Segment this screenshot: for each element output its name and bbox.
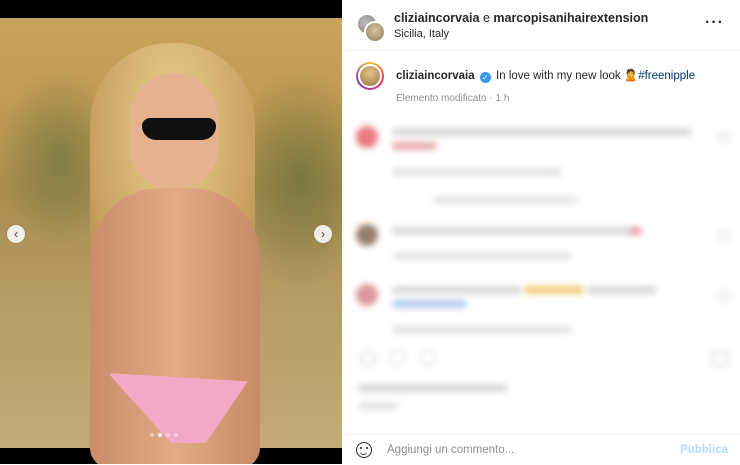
avatar [356, 126, 378, 148]
heart-icon [718, 230, 729, 241]
blurred-text [358, 384, 508, 392]
avatar [356, 284, 378, 306]
username-link[interactable]: cliziaincorvaia [394, 11, 479, 25]
more-options-button[interactable]: ··· [705, 14, 724, 32]
location-link[interactable]: Sicilia, Italy [394, 28, 449, 40]
blurred-text [432, 196, 577, 204]
carousel-dot [174, 433, 178, 437]
heart-icon [718, 132, 729, 143]
carousel-prev-button[interactable]: ‹ [7, 225, 25, 243]
bookmark-icon [712, 350, 728, 366]
collab-usernames: cliziaincorvaia e marcopisanihairextensi… [394, 11, 648, 25]
blurred-text [524, 286, 584, 294]
caption-username[interactable]: cliziaincorvaia [396, 70, 475, 82]
post-side-panel: cliziaincorvaia e marcopisanihairextensi… [342, 0, 740, 464]
avatar [356, 224, 378, 246]
carousel-next-button[interactable]: › [314, 225, 332, 243]
caption-text: cliziaincorvaia ✓ In love with my new lo… [396, 68, 726, 83]
caption-meta: Elemento modificato · 1 h [396, 93, 510, 104]
carousel-dot-active [158, 433, 162, 437]
blurred-text [392, 227, 640, 235]
comment-input[interactable] [387, 440, 677, 460]
carousel-dots [150, 433, 178, 437]
blurred-text [392, 286, 522, 294]
username-link[interactable]: marcopisanihairextension [493, 11, 648, 25]
instagram-post: ‹ › cliziaincorvaia e marcopisanihairext… [0, 0, 740, 464]
blurred-text [392, 326, 572, 334]
like-icon [360, 350, 376, 366]
blurred-text [587, 286, 657, 294]
sunglasses [142, 118, 216, 140]
blurred-text [392, 252, 572, 260]
emoji-icon[interactable] [356, 442, 372, 458]
avatar[interactable] [364, 21, 386, 43]
blurred-comments-region [342, 112, 740, 432]
verified-badge-icon: ✓ [479, 72, 491, 83]
comment-icon [390, 350, 406, 366]
blurred-text [392, 142, 437, 150]
carousel-dot [150, 433, 154, 437]
hashtag-link[interactable]: #freenipple [638, 70, 695, 82]
blurred-text [392, 300, 467, 308]
emoji-mouth [360, 450, 367, 455]
blurred-text [358, 402, 398, 410]
blurred-text [392, 168, 562, 176]
post-media: ‹ › [0, 0, 342, 464]
username-connector: e [479, 11, 494, 25]
share-icon [420, 350, 436, 366]
photo-subject [70, 38, 280, 464]
story-ring-avatar[interactable] [356, 62, 384, 90]
caption-body: In love with my new look 🙎 [496, 70, 639, 82]
carousel-dot [166, 433, 170, 437]
chevron-left-icon: ‹ [14, 227, 18, 241]
post-header: cliziaincorvaia e marcopisanihairextensi… [342, 0, 740, 51]
comment-composer: Pubblica [342, 434, 740, 465]
heart-icon [718, 290, 729, 301]
more-horizontal-icon: ··· [705, 14, 724, 31]
blurred-text [392, 128, 692, 136]
collab-avatars[interactable] [356, 13, 386, 43]
chevron-right-icon: › [321, 227, 325, 241]
post-photo [0, 18, 342, 464]
avatar [360, 66, 380, 86]
publish-button[interactable]: Pubblica [680, 444, 728, 456]
blurred-text [630, 227, 642, 235]
